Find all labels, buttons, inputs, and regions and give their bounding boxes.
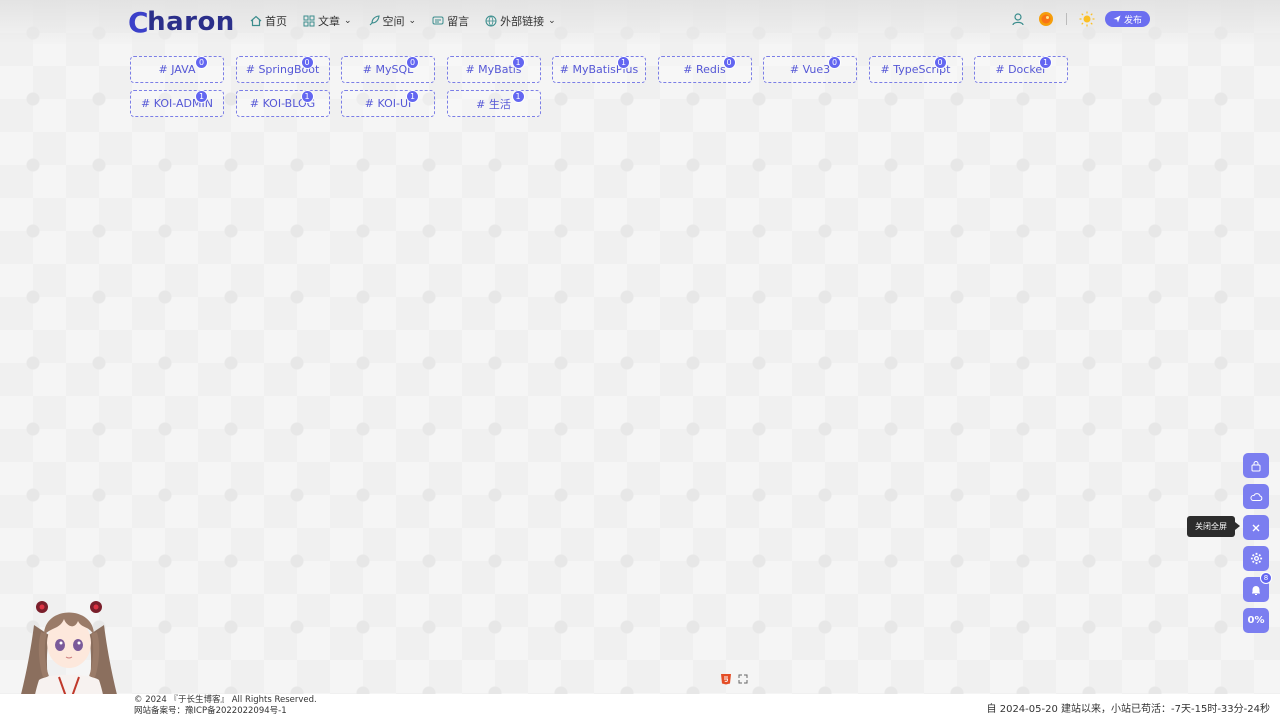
- tag-count-badge: 1: [1039, 56, 1052, 69]
- lock-icon: [1251, 460, 1261, 471]
- tag-count-badge: 1: [511, 90, 525, 103]
- tag-item[interactable]: # Redis 0: [657, 56, 752, 83]
- scroll-progress-button[interactable]: 0%: [1243, 608, 1269, 633]
- chevron-down-icon: ⌄: [408, 16, 417, 26]
- fullscreen-tooltip: 关闭全屏: [1187, 516, 1240, 537]
- message-icon: [432, 16, 444, 25]
- tag-label: # KOI-UI: [364, 97, 412, 110]
- top-header: C haron 首页 文章 ⌄ 空间 ⌄ 留言 外部链接 ⌄ 发布: [0, 0, 1280, 44]
- notification-count-badge: 8: [1260, 572, 1272, 584]
- sun-icon: [1079, 11, 1095, 27]
- rocket-icon: [369, 15, 380, 26]
- uptime-text: 自 2024-05-20 建站以来，小站已苟活：-7天-15时-33分-24秒: [986, 704, 1270, 715]
- tag-item[interactable]: # MyBatis 1: [446, 56, 541, 83]
- tag-item[interactable]: # KOI-ADMIN 1: [130, 90, 224, 117]
- tag-count-badge: 1: [511, 56, 525, 69]
- lock-button[interactable]: [1243, 453, 1269, 478]
- tag-item[interactable]: # Vue3 0: [763, 56, 857, 83]
- tag-label: # 生活: [476, 97, 511, 111]
- html5-icon[interactable]: [720, 673, 732, 685]
- nav-item-home[interactable]: 首页: [250, 13, 287, 29]
- nav-label: 首页: [265, 15, 287, 28]
- notification-button[interactable]: 8: [1243, 572, 1272, 602]
- tag-count-badge: 0: [722, 56, 736, 69]
- tag-count-badge: 0: [933, 56, 947, 69]
- close-fullscreen-button[interactable]: [1243, 515, 1269, 540]
- publish-button[interactable]: 发布: [1104, 11, 1150, 27]
- user-icon: [1012, 13, 1024, 26]
- expand-icon[interactable]: [738, 674, 748, 684]
- theme-toggle[interactable]: [1077, 9, 1097, 29]
- logo-text: haron: [147, 7, 235, 37]
- footer: © 2024 『于长生博客』 All Rights Reserved. 网站备案…: [0, 694, 1280, 719]
- tag-item[interactable]: # 生活 1: [446, 90, 541, 117]
- tag-count-badge: 1: [195, 90, 208, 103]
- tag-count-badge: 1: [617, 56, 630, 69]
- copyright-text: © 2024 『于长生博客』 All Rights Reserved.: [134, 695, 317, 705]
- float-toolbar: 8 0%: [1243, 453, 1272, 633]
- avatar[interactable]: [1036, 9, 1056, 29]
- tag-label: # JAVA: [158, 63, 196, 76]
- scroll-percent: 0%: [1247, 615, 1265, 626]
- send-icon: [1113, 15, 1121, 23]
- divider: [1065, 13, 1067, 25]
- tag-item[interactable]: # TypeScript 0: [868, 56, 963, 83]
- tag-item[interactable]: # MySQL 0: [341, 56, 435, 83]
- tag-item[interactable]: # SpringBoot 0: [235, 56, 330, 83]
- tag-item[interactable]: # KOI-UI 1: [341, 90, 435, 117]
- nav-item-guestbook[interactable]: 留言: [432, 13, 469, 29]
- gear-icon: [1250, 552, 1262, 565]
- grid-icon: [303, 15, 315, 27]
- nav-label: 空间: [382, 15, 405, 28]
- tag-label: # Redis: [683, 63, 726, 76]
- avatar-icon: [1038, 12, 1053, 26]
- tag-count-badge: 0: [195, 56, 208, 69]
- nav-item-space[interactable]: 空间 ⌄: [368, 13, 417, 29]
- bell-icon: [1252, 585, 1260, 595]
- globe-icon: [485, 15, 497, 27]
- footer-tools: [720, 673, 748, 685]
- tag-item[interactable]: # Docker 1: [974, 56, 1068, 83]
- user-button[interactable]: [1008, 9, 1028, 29]
- tag-count-badge: 1: [406, 90, 419, 103]
- logo-letter-c: C: [128, 5, 150, 39]
- header-actions: 发布: [1008, 9, 1150, 29]
- footer-info: © 2024 『于长生博客』 All Rights Reserved. 网站备案…: [134, 695, 317, 717]
- close-icon: [1252, 524, 1260, 531]
- cloud-button[interactable]: [1243, 484, 1269, 509]
- chevron-down-icon: ⌄: [344, 16, 352, 26]
- icp-link[interactable]: 网站备案号：豫ICP备2022022094号-1: [134, 706, 317, 717]
- tag-count-badge: 0: [828, 56, 841, 69]
- nav-label: 文章: [318, 15, 340, 28]
- tag-count-badge: 0: [300, 56, 314, 69]
- cloud-icon: [1249, 492, 1262, 501]
- tag-count-badge: 1: [300, 90, 314, 103]
- nav-label: 留言: [447, 15, 470, 28]
- settings-button[interactable]: [1243, 546, 1269, 571]
- tag-count-badge: 0: [406, 56, 419, 69]
- tag-list: # JAVA 0 # SpringBoot 0 # MySQL 0 # MyBatis…: [130, 56, 1090, 117]
- tag-item[interactable]: # MyBatisPlus 1: [552, 56, 646, 83]
- publish-label: 发布: [1123, 15, 1142, 26]
- site-logo[interactable]: C haron: [128, 5, 235, 39]
- nav-item-external-links[interactable]: 外部链接 ⌄: [485, 13, 556, 29]
- tag-label: # Vue3: [789, 63, 831, 76]
- home-icon: [250, 15, 262, 27]
- nav-item-articles[interactable]: 文章 ⌄: [303, 13, 352, 29]
- tag-item[interactable]: # KOI-BLOG 1: [235, 90, 330, 117]
- tag-item[interactable]: # JAVA 0: [130, 56, 224, 83]
- nav-label: 外部链接: [500, 15, 545, 28]
- main-nav: 首页 文章 ⌄ 空间 ⌄ 留言 外部链接 ⌄: [250, 13, 556, 29]
- chevron-down-icon: ⌄: [548, 16, 556, 26]
